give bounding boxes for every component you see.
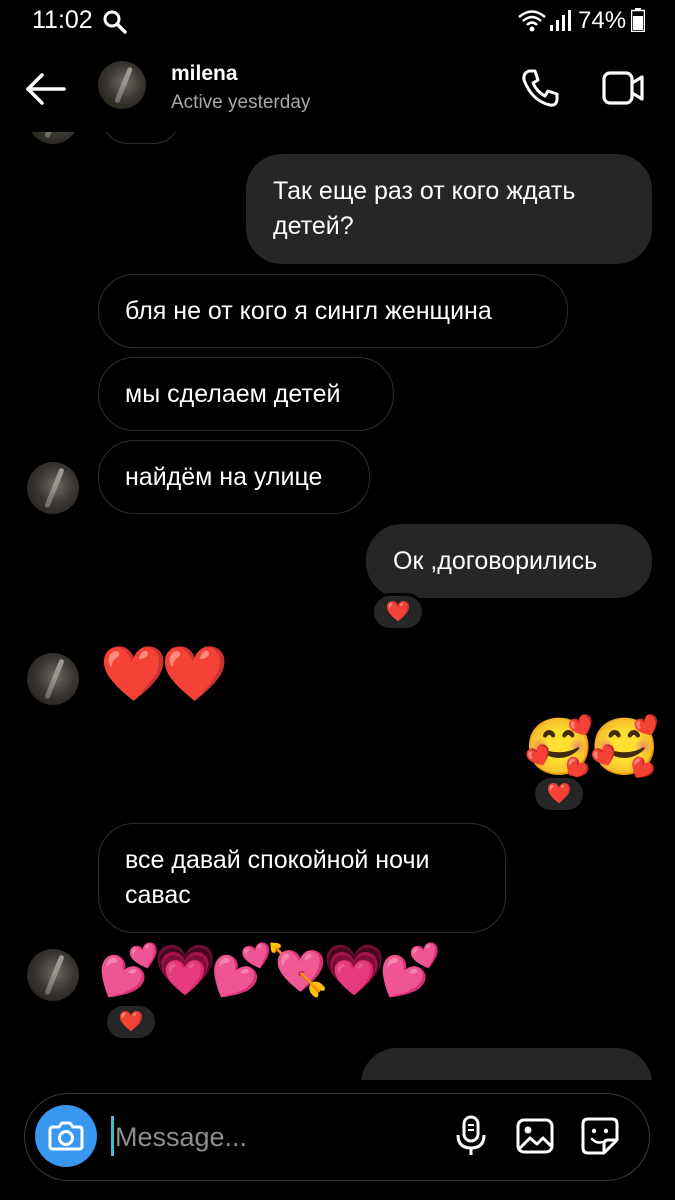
message-composer xyxy=(24,1093,650,1181)
emoji-message[interactable]: 🥰🥰 xyxy=(524,714,659,780)
microphone-icon[interactable] xyxy=(451,1114,491,1158)
video-camera-icon[interactable] xyxy=(601,68,645,108)
phone-icon[interactable] xyxy=(520,68,560,108)
heart-reaction[interactable]: ❤️ xyxy=(104,1003,158,1041)
outgoing-message[interactable]: Так еще раз от кого ждать детей? xyxy=(246,154,652,264)
contact-name[interactable]: milena xyxy=(171,62,238,86)
message-list[interactable]: Так еще раз от кого ждать детей? бля не … xyxy=(0,132,675,1080)
contact-avatar-small[interactable] xyxy=(27,653,79,705)
message-text: все давай спокойной ночи савас xyxy=(125,846,430,909)
sticker-icon[interactable] xyxy=(580,1114,620,1158)
status-time: 11:02 xyxy=(32,6,93,34)
signal-icon xyxy=(550,10,571,31)
outgoing-message[interactable]: Ок ,договорились xyxy=(366,524,652,598)
emoji-text: ❤️❤️ xyxy=(100,644,229,704)
message-input[interactable] xyxy=(113,1114,417,1160)
message-text: бля не от кого я сингл женщина xyxy=(125,296,492,325)
heart-icon: ❤️ xyxy=(118,1011,144,1033)
outgoing-message-partial[interactable] xyxy=(361,1048,652,1080)
incoming-message[interactable]: мы сделаем детей xyxy=(98,357,394,431)
heart-reaction[interactable]: ❤️ xyxy=(371,593,425,631)
message-text: найдём на улице xyxy=(125,462,323,491)
contact-avatar-small[interactable] xyxy=(27,949,79,1001)
emoji-text: 💕💗💕💘💗💕 xyxy=(98,942,442,998)
camera-icon xyxy=(48,1121,84,1151)
camera-button[interactable] xyxy=(35,1105,97,1167)
heart-icon: ❤️ xyxy=(385,601,411,623)
message-text: мы сделаем детей xyxy=(125,379,341,408)
incoming-message[interactable]: все давай спокойной ночи савас xyxy=(98,823,506,933)
chat-header: milena Active yesterday xyxy=(0,42,675,132)
contact-status: Active yesterday xyxy=(171,92,311,113)
status-bar: 11:02 74% xyxy=(0,0,675,42)
contact-avatar-small[interactable] xyxy=(27,462,79,514)
battery-icon xyxy=(631,8,645,32)
message-text: Ок ,договорились xyxy=(393,546,598,575)
emoji-message[interactable]: 💕💗💕💘💗💕 xyxy=(98,938,442,1002)
heart-icon: ❤️ xyxy=(546,783,572,805)
emoji-message[interactable]: ❤️❤️ xyxy=(100,642,229,706)
heart-reaction[interactable]: ❤️ xyxy=(532,775,586,813)
wifi-icon xyxy=(518,10,546,32)
search-icon xyxy=(103,10,127,34)
contact-avatar[interactable] xyxy=(98,61,146,109)
battery-percent: 74% xyxy=(578,7,627,34)
incoming-message[interactable]: бля не от кого я сингл женщина xyxy=(98,274,568,348)
contact-avatar-small xyxy=(27,132,79,144)
message-bubble-partial xyxy=(102,132,180,144)
message-text: Так еще раз от кого ждать детей? xyxy=(273,177,576,240)
gallery-icon[interactable] xyxy=(515,1114,555,1158)
incoming-message[interactable]: найдём на улице xyxy=(98,440,370,514)
emoji-text: 🥰🥰 xyxy=(524,715,659,778)
back-arrow-icon[interactable] xyxy=(24,72,68,106)
